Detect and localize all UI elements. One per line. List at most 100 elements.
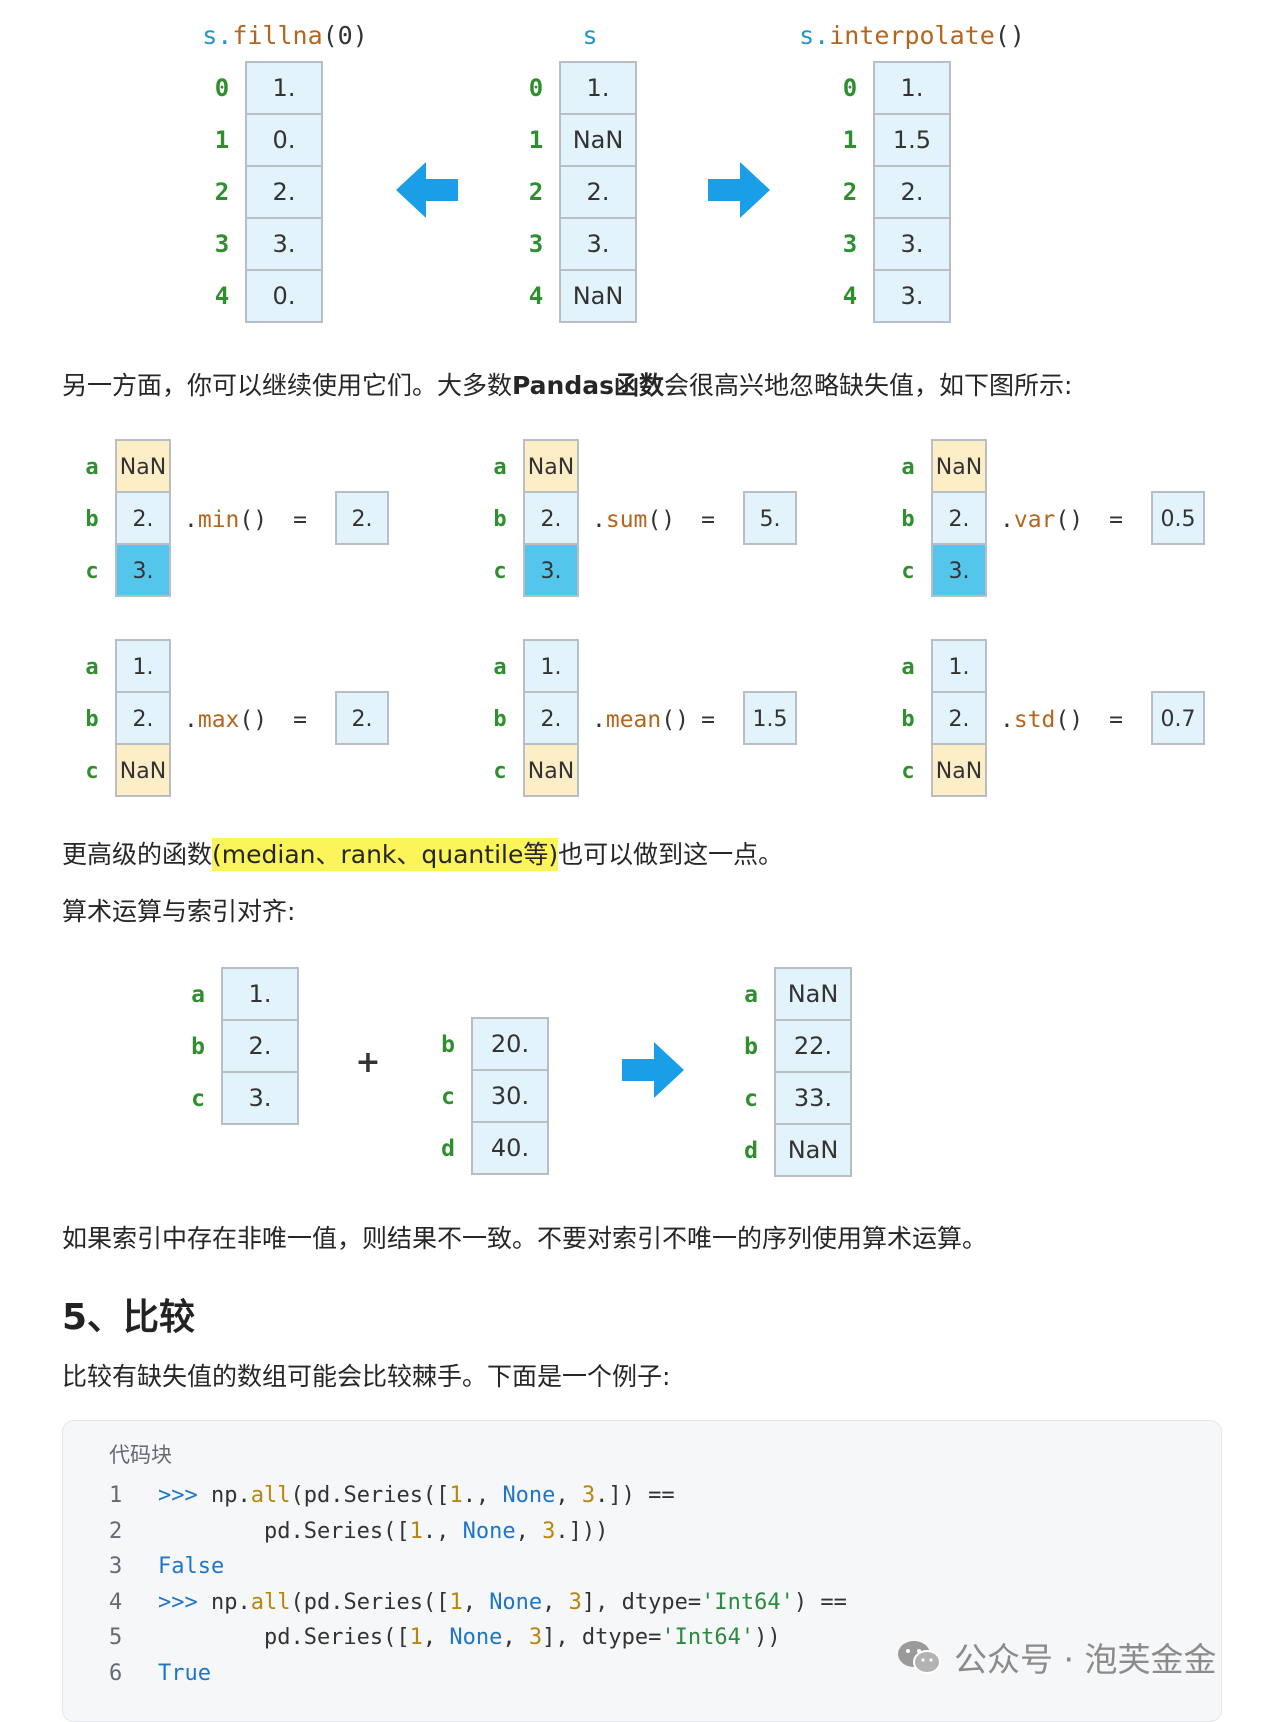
agg-5-cell-2-value: NaN [936, 759, 982, 784]
agg-2-index-0: a [901, 455, 914, 480]
agg-1-index-0: a [493, 455, 506, 480]
align-result-cell-0-value: NaN [788, 980, 839, 1008]
code-line-number: 6 [109, 1660, 123, 1686]
series-1-cell-4-value: NaN [573, 282, 624, 310]
agg-2-cell-2-value: 3. [949, 559, 970, 584]
watermark: 公众号 · 泡芙金金 [896, 1633, 1216, 1681]
agg-3-cell-0-value: 1. [133, 655, 154, 680]
series-1-cell-2-value: 2. [587, 178, 610, 206]
agg-4-equals: = [701, 707, 715, 733]
agg-4-index-2: c [493, 759, 506, 784]
agg-0-function: .min() [184, 507, 267, 533]
align-left-index-0: a [191, 982, 205, 1008]
series-2-cell-3-value: 3. [901, 230, 924, 258]
agg-3-cell-2-value: NaN [120, 759, 166, 784]
agg-5-result-value: 0.7 [1161, 707, 1196, 732]
series-0-index-4: 4 [215, 282, 229, 310]
align-left-cell-2-value: 3. [249, 1084, 272, 1112]
align-right-cell-1-value: 30. [491, 1082, 529, 1110]
agg-3-index-0: a [85, 655, 98, 680]
agg-2-equals: = [1109, 507, 1123, 533]
wechat-icon [898, 1641, 941, 1674]
series-1-index-1: 1 [529, 126, 543, 154]
agg-4-function: .mean() [592, 707, 689, 733]
agg-5-index-1: b [901, 707, 914, 732]
align-result-index-0: a [744, 982, 758, 1008]
arrow-left-icon [396, 162, 458, 218]
align-result-index-2: c [744, 1086, 758, 1112]
plus-sign: + [355, 1045, 380, 1080]
agg-4-cell-1-value: 2. [541, 707, 562, 732]
align-result-index-3: d [744, 1138, 758, 1164]
series-2-index-4: 4 [843, 282, 857, 310]
agg-4-cell-0-value: 1. [541, 655, 562, 680]
code-line-number: 4 [109, 1589, 123, 1615]
agg-3-equals: = [293, 707, 307, 733]
align-right-cell-0-value: 20. [491, 1030, 529, 1058]
align-right-index-0: b [441, 1032, 455, 1058]
series-2-cell-0-value: 1. [901, 74, 924, 102]
agg-1-cell-0-value: NaN [528, 455, 574, 480]
align-right-cell-2-value: 40. [491, 1134, 529, 1162]
series-2-cell-1-value: 1.5 [893, 126, 931, 154]
agg-2-function: .var() [1000, 507, 1083, 533]
series-0-cell-1-value: 0. [273, 126, 296, 154]
series-0-cell-2-value: 2. [273, 178, 296, 206]
agg-2-index-2: c [901, 559, 914, 584]
series-2-index-0: 0 [843, 74, 857, 102]
agg-2-index-1: b [901, 507, 914, 532]
arrow-right-icon-2 [622, 1042, 684, 1098]
series-1-cell-0-value: 1. [587, 74, 610, 102]
align-left-cell-0-value: 1. [249, 980, 272, 1008]
agg-1-cell-2-value: 3. [541, 559, 562, 584]
paragraph-ignore-missing: 另一方面，你可以继续使用它们。大多数Pandas函数会很高兴地忽略缺失值，如下图… [62, 371, 1073, 400]
series-title-0: s.fillna(0) [202, 21, 368, 50]
agg-0-cell-1-value: 2. [133, 507, 154, 532]
agg-5-index-2: c [901, 759, 914, 784]
series-1-index-3: 3 [529, 230, 543, 258]
series-2-index-1: 1 [843, 126, 857, 154]
series-1-index-4: 4 [529, 282, 543, 310]
code-line-text: >>> np.all(pd.Series([1., None, 3.]) == [158, 1483, 675, 1508]
align-result-cell-3-value: NaN [788, 1136, 839, 1164]
series-2-index-2: 2 [843, 178, 857, 206]
agg-5-equals: = [1109, 707, 1123, 733]
code-line-number: 1 [109, 1483, 123, 1508]
watermark-text: 公众号 · 泡芙金金 [954, 1640, 1217, 1679]
align-right-index-1: c [441, 1084, 455, 1110]
agg-1-index-2: c [493, 559, 506, 584]
agg-0-index-0: a [85, 455, 98, 480]
align-left-cell-1-value: 2. [249, 1032, 272, 1060]
agg-3-result-value: 2. [352, 707, 373, 732]
highlight: (median、rank、quantile等) [212, 838, 559, 871]
agg-3-cell-1-value: 2. [133, 707, 154, 732]
paragraph-comparison: 比较有缺失值的数组可能会比较棘手。下面是一个例子: [62, 1362, 671, 1391]
agg-4-cell-2-value: NaN [528, 759, 574, 784]
agg-1-result-value: 5. [760, 507, 781, 532]
code-line-number: 5 [109, 1625, 123, 1650]
agg-2-cell-1-value: 2. [949, 507, 970, 532]
series-0-cell-0-value: 1. [273, 74, 296, 102]
agg-0-cell-0-value: NaN [120, 455, 166, 480]
agg-3-index-1: b [85, 707, 98, 732]
agg-0-index-2: c [85, 559, 98, 584]
series-0-cell-4-value: 0. [273, 282, 296, 310]
align-right-index-2: d [441, 1136, 455, 1162]
code-line-text: pd.Series([1, None, 3], dtype='Int64')) [158, 1625, 781, 1650]
series-0-index-2: 2 [215, 178, 229, 206]
agg-5-function: .std() [1000, 707, 1083, 733]
agg-1-cell-1-value: 2. [541, 507, 562, 532]
arrow-right-icon [708, 162, 770, 218]
series-title-2: s.interpolate() [799, 21, 1025, 50]
agg-2-cell-0-value: NaN [936, 455, 982, 480]
paragraph-non-unique-index: 如果索引中存在非唯一值，则结果不一致。不要对索引不唯一的序列使用算术运算。 [62, 1224, 988, 1253]
series-0-index-1: 1 [215, 126, 229, 154]
agg-0-cell-2-value: 3. [133, 559, 154, 584]
agg-1-index-1: b [493, 507, 506, 532]
agg-5-cell-1-value: 2. [949, 707, 970, 732]
code-block-title: 代码块 [109, 1443, 172, 1467]
code-line-text: True [158, 1660, 211, 1686]
agg-3-index-2: c [85, 759, 98, 784]
code-line-number: 2 [109, 1518, 123, 1544]
series-0-index-0: 0 [215, 74, 229, 102]
